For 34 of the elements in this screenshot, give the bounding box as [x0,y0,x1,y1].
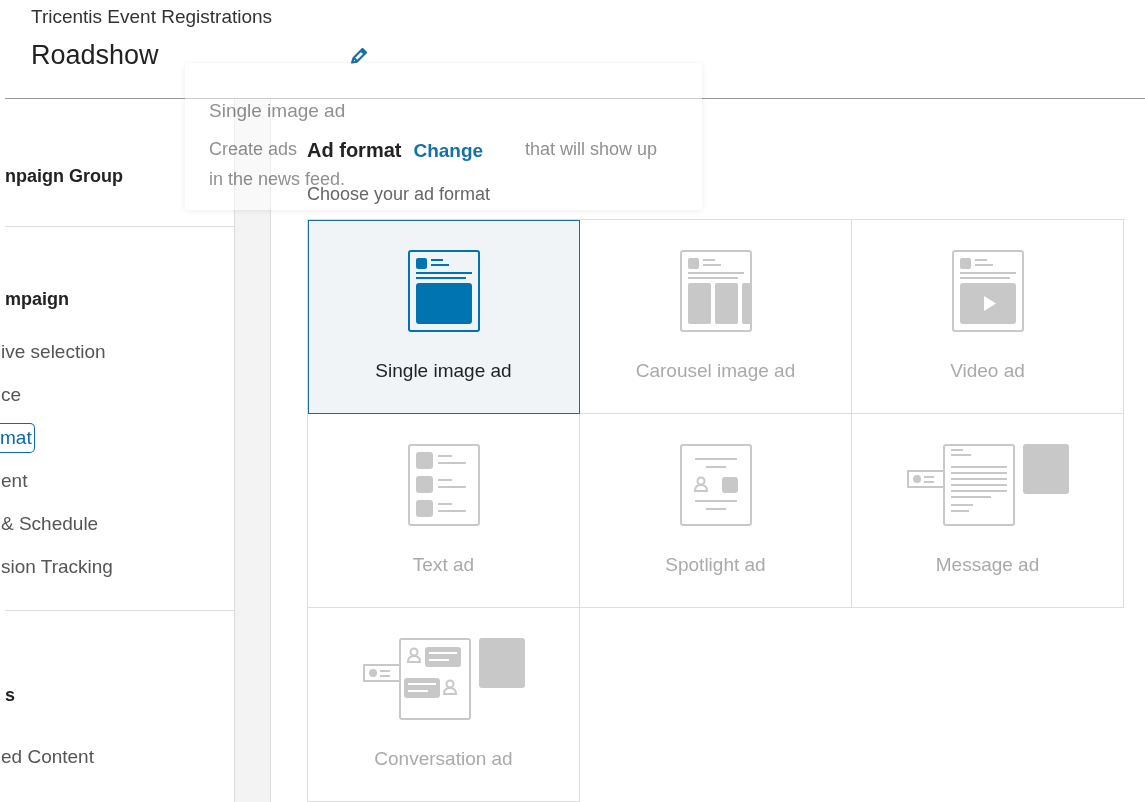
section-subheading: Choose your ad format [307,184,492,205]
sidebar-item[interactable]: ent [0,466,31,496]
sidebar-heading: mpaign [5,289,69,310]
ad-format-label: Text ad [412,554,475,576]
change-link[interactable]: Change [413,140,484,162]
ad-format-label: Carousel image ad [635,360,796,382]
section-heading: Ad format [307,139,402,162]
sidebar-heading: npaign Group [5,166,123,187]
tooltip-text: Create ads [209,138,298,161]
sidebar-item[interactable]: & Schedule [0,509,102,539]
ad-format-label: Spotlight ad [665,554,766,576]
ad-format-icon [407,444,480,526]
ad-format-icon [362,638,525,720]
sidebar-item[interactable]: ive selection [0,337,109,367]
ad-format-icon [679,250,752,332]
sidebar-item[interactable]: sion Tracking [0,552,116,582]
account-name: Tricentis Event Registrations [31,6,273,28]
edit-icon[interactable] [349,45,369,66]
ad-format-label: Message ad [935,554,1040,576]
sidebar-item[interactable]: ed Content [0,742,97,772]
ad-format-option[interactable]: Single image ad [308,220,580,414]
ad-format-icon [906,444,1069,526]
tooltip-title: Single image ad [209,100,346,122]
ad-format-label: Conversation ad [374,748,513,770]
ad-format-label: Video ad [950,360,1025,382]
ad-format-label: Single image ad [375,360,512,382]
tooltip-text: that will show up [524,138,657,161]
campaign-name: Roadshow [31,40,160,71]
ad-format-icon [407,250,480,332]
ad-format-icon [951,250,1024,332]
sidebar-item[interactable]: ce [0,380,25,410]
sidebar-item[interactable]: mat [0,423,35,453]
sidebar-heading: s [5,685,15,706]
ad-format-icon [679,444,752,526]
